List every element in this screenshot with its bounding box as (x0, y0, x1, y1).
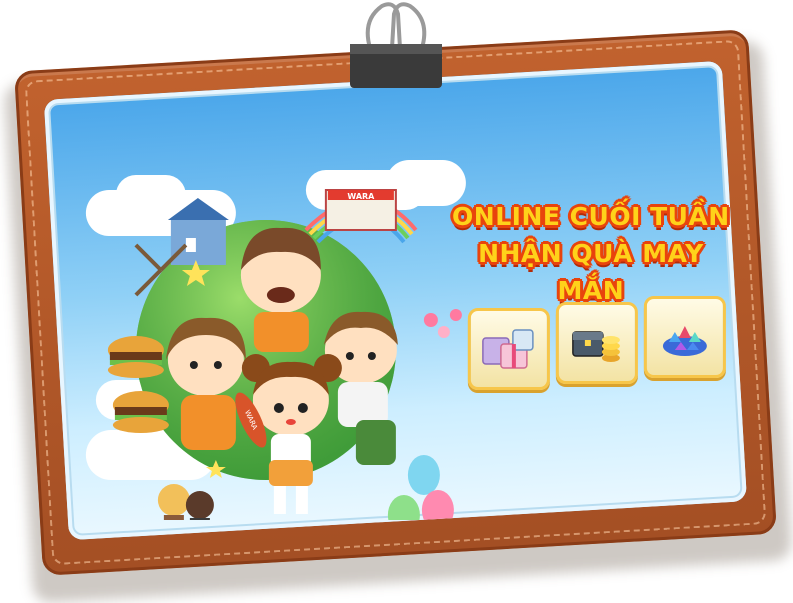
title-line-1: ONLINE CUỐI TUẦN (451, 198, 731, 235)
event-title: ONLINE CUỐI TUẦN NHẬN QUÀ MAY MẮN (451, 198, 731, 309)
reward-slot-gems[interactable] (644, 296, 726, 378)
banner-scene: WARA (56, 80, 735, 521)
binder-clip-icon (342, 0, 450, 92)
reward-slot-coin-chest[interactable] (556, 302, 638, 384)
gems-icon (655, 312, 715, 362)
reward-slot-gift-boxes[interactable] (468, 308, 550, 390)
game-characters-illustration: WARA (76, 120, 476, 520)
wooden-frame-board: WARA (14, 29, 777, 575)
coin-chest-icon (567, 318, 627, 368)
gift-boxes-icon (479, 324, 539, 374)
wara-store-sign: WARA (347, 192, 375, 201)
banner-screen: WARA (44, 61, 747, 540)
